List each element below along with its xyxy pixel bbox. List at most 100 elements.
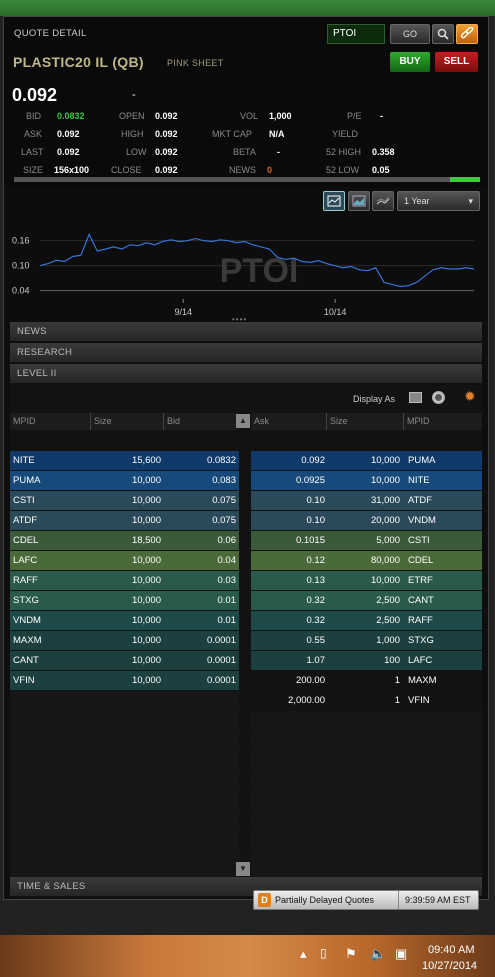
ask-row[interactable]: 0.10 20,000 VNDM [251,511,482,530]
bid-price: 0.01 [217,615,237,626]
link-icon [460,26,474,39]
ask-price: 0.1015 [295,535,325,546]
security-name: PLASTIC20 IL (QB) [13,54,144,70]
bid-price: 0.0001 [206,655,236,666]
ask-size-header[interactable]: Size [326,413,348,430]
bid-size-header[interactable]: Size [90,413,112,430]
table-view-icon[interactable] [409,392,422,403]
ask-row[interactable]: 0.12 80,000 CDEL [251,551,482,570]
ask-row[interactable]: 200.00 1 MAXM [251,671,482,690]
settings-gear-icon[interactable]: ✹ [464,388,476,405]
bid-price: 0.0001 [206,635,236,646]
bid-price-header[interactable]: Bid [163,413,180,430]
bid-size: 10,000 [131,655,161,666]
range-bar-fill [450,177,480,182]
ask-price: 0.55 [306,635,326,646]
taskbar-time[interactable]: 09:40 AM [428,944,474,956]
low-value: 0.092 [155,147,178,157]
ask-mpid: STXG [408,635,434,646]
bid-row[interactable]: RAFF 10,000 0.03 [10,571,239,590]
taskbar-date[interactable]: 10/27/2014 [422,960,477,972]
bid-size: 10,000 [131,495,161,506]
chart-view-icon[interactable] [432,391,445,404]
ask-price: 0.13 [306,575,326,586]
ask-price: 0.32 [306,595,326,606]
ask-mpid: CSTI [408,535,430,546]
ask-row[interactable]: 0.0925 10,000 NITE [251,471,482,490]
bid-price: 0.01 [217,595,237,606]
range-bar [14,177,474,182]
bid-row[interactable]: CANT 10,000 0.0001 [10,651,239,670]
bid-mpid: PUMA [13,475,41,486]
compare-chart-button[interactable] [372,191,394,211]
bid-price: 0.06 [217,535,237,546]
ask-row[interactable]: 1.07 100 LAFC [251,651,482,670]
ask-row[interactable]: 0.55 1,000 STXG [251,631,482,650]
bid-mpid-header[interactable]: MPID [13,413,36,430]
scroll-up-button[interactable]: ▲ [236,414,250,428]
ask-row[interactable]: 2,000.00 1 VFIN [251,691,482,710]
bid-row[interactable]: VNDM 10,000 0.01 [10,611,239,630]
ask-empty-row [251,811,482,830]
ask-price: 200.00 [295,675,325,686]
news-count[interactable]: 0 [267,165,272,175]
area-chart-button[interactable] [348,191,370,211]
ask-size: 20,000 [370,515,400,526]
close-label: CLOSE [111,165,142,175]
flag-icon[interactable]: ⚑ [345,946,357,962]
y-tick-label: 0.10 [12,261,30,271]
go-button[interactable]: GO [390,24,430,44]
bid-size: 15,600 [131,455,161,466]
range-select[interactable]: 1 Year ▾ [397,191,480,211]
bid-size: 10,000 [131,595,161,606]
speaker-icon[interactable]: 🔈 [370,946,386,962]
bid-empty-row [10,751,239,770]
ask-row[interactable]: 0.1015 5,000 CSTI [251,531,482,550]
chevron-down-icon: ▾ [468,196,473,206]
ask-row[interactable]: 0.13 10,000 ETRF [251,571,482,590]
ask-price: 1.07 [306,655,326,666]
scroll-down-button[interactable]: ▼ [236,862,250,876]
bid-row[interactable]: NITE 15,600 0.0832 [10,451,239,470]
symbol-input[interactable]: PTOI [327,24,385,44]
bid-price: 0.0832 [206,455,236,466]
news-label: NEWS [229,165,256,175]
y-tick-label: 0.16 [12,236,30,246]
ask-row[interactable]: 0.10 31,000 ATDF [251,491,482,510]
ask-row[interactable]: 0.32 2,500 RAFF [251,611,482,630]
level2-section-header[interactable]: LEVEL II [10,364,482,384]
bid-mpid: ATDF [13,515,38,526]
buy-button[interactable]: BUY [390,52,430,72]
bid-mpid: VNDM [13,615,41,626]
sell-button[interactable]: SELL [435,52,478,72]
bid-row[interactable]: STXG 10,000 0.01 [10,591,239,610]
delayed-badge: D [258,893,271,907]
ask-price: 0.12 [306,555,326,566]
ask-mpid: CANT [408,595,434,606]
high52-label: 52 HIGH [326,147,362,157]
bid-mpid: CANT [13,655,39,666]
bid-row[interactable]: ATDF 10,000 0.075 [10,511,239,530]
bid-row[interactable]: PUMA 10,000 0.083 [10,471,239,490]
tablet-icon[interactable]: ▯ [320,946,327,960]
ask-mpid-header[interactable]: MPID [403,413,430,430]
line-chart-button[interactable] [323,191,345,211]
ask-price-header[interactable]: Ask [254,413,269,430]
bid-empty-row [10,851,239,870]
bid-row[interactable]: MAXM 10,000 0.0001 [10,631,239,650]
network-icon[interactable]: ▣ [395,946,407,962]
ask-row[interactable]: 0.092 10,000 PUMA [251,451,482,470]
news-section-header[interactable]: NEWS [10,322,482,342]
link-button[interactable] [456,24,478,44]
bid-row[interactable]: LAFC 10,000 0.04 [10,551,239,570]
bid-empty-row [10,711,239,730]
ask-row[interactable]: 0.32 2,500 CANT [251,591,482,610]
ask-price: 0.32 [306,615,326,626]
search-button[interactable] [432,24,454,44]
bid-row[interactable]: VFIN 10,000 0.0001 [10,671,239,690]
bid-row[interactable]: CSTI 10,000 0.075 [10,491,239,510]
show-hidden-icons[interactable]: ▴ [300,946,307,962]
bid-row[interactable]: CDEL 18,500 0.06 [10,531,239,550]
bid-value: 0.0832 [57,111,85,121]
research-section-header[interactable]: RESEARCH [10,343,482,363]
